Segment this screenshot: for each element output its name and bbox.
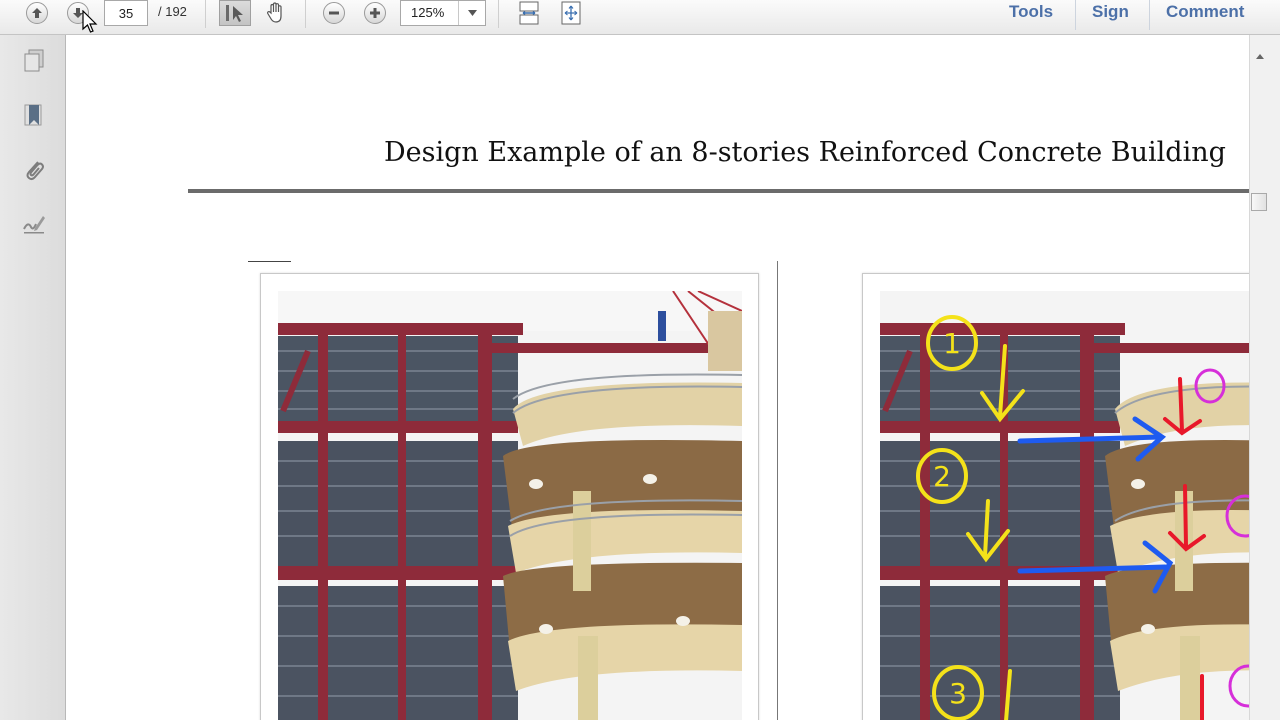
signature-icon xyxy=(23,216,45,234)
page-total: / 192 xyxy=(158,4,187,19)
pages-panel-button[interactable] xyxy=(20,47,48,75)
toolbar-separator xyxy=(205,0,206,28)
toolbar-separator xyxy=(1149,0,1150,30)
zoom-in-icon xyxy=(364,2,386,24)
title-underline xyxy=(188,189,1249,193)
zoom-out-button[interactable] xyxy=(321,0,347,26)
annotation-number: 1 xyxy=(943,327,961,360)
attachment-icon xyxy=(26,161,44,181)
hand-tool-icon xyxy=(267,2,282,23)
page-number-input[interactable] xyxy=(104,0,148,26)
bookmark-icon xyxy=(24,104,42,126)
annotated-photo-frame: 1 2 3 xyxy=(862,273,1249,720)
fit-page-button[interactable] xyxy=(514,0,544,26)
document-title: Design Example of an 8-stories Reinforce… xyxy=(384,137,1226,168)
toolbar-separator xyxy=(498,0,499,28)
text-rule xyxy=(248,261,291,262)
select-tool-button[interactable] xyxy=(219,0,251,26)
building-photo xyxy=(278,291,742,720)
prev-page-button[interactable] xyxy=(24,0,50,26)
attachments-panel-button[interactable] xyxy=(20,155,48,183)
vertical-scrollbar[interactable] xyxy=(1249,35,1280,720)
tools-link[interactable]: Tools xyxy=(1009,2,1053,22)
full-screen-button[interactable] xyxy=(556,0,586,26)
select-tool-icon xyxy=(226,5,243,22)
comment-link[interactable]: Comment xyxy=(1166,2,1244,22)
annotated-building-photo: 1 2 3 xyxy=(880,291,1249,720)
zoom-select[interactable]: 125% xyxy=(400,0,486,26)
annotation-number: 3 xyxy=(949,677,967,710)
scroll-up-button[interactable] xyxy=(1250,49,1270,63)
zoom-dropdown-button[interactable] xyxy=(458,1,485,25)
pages-icon xyxy=(24,49,44,72)
zoom-out-icon xyxy=(323,2,345,24)
document-page: Design Example of an 8-stories Reinforce… xyxy=(66,35,1249,720)
hand-tool-button[interactable] xyxy=(260,0,292,26)
building-photo-frame xyxy=(260,273,759,720)
toolbar-separator xyxy=(305,0,306,28)
full-screen-icon xyxy=(561,1,581,25)
zoom-in-button[interactable] xyxy=(362,0,388,26)
signatures-panel-button[interactable] xyxy=(20,209,48,237)
toolbar-separator xyxy=(1075,0,1076,30)
fit-page-icon xyxy=(519,1,539,25)
annotation-number: 2 xyxy=(933,460,951,493)
prev-page-icon xyxy=(26,2,48,24)
chevron-up-icon xyxy=(1256,53,1264,59)
toolbar: / 192 125% xyxy=(0,0,1280,35)
zoom-value: 125% xyxy=(411,5,445,20)
column-divider xyxy=(777,261,778,720)
bookmarks-panel-button[interactable] xyxy=(20,101,48,129)
sign-link[interactable]: Sign xyxy=(1092,2,1129,22)
navigation-pane xyxy=(0,35,66,720)
dropdown-arrow-icon xyxy=(467,10,477,16)
scroll-thumb[interactable] xyxy=(1251,193,1267,211)
mouse-cursor-icon xyxy=(82,10,98,33)
